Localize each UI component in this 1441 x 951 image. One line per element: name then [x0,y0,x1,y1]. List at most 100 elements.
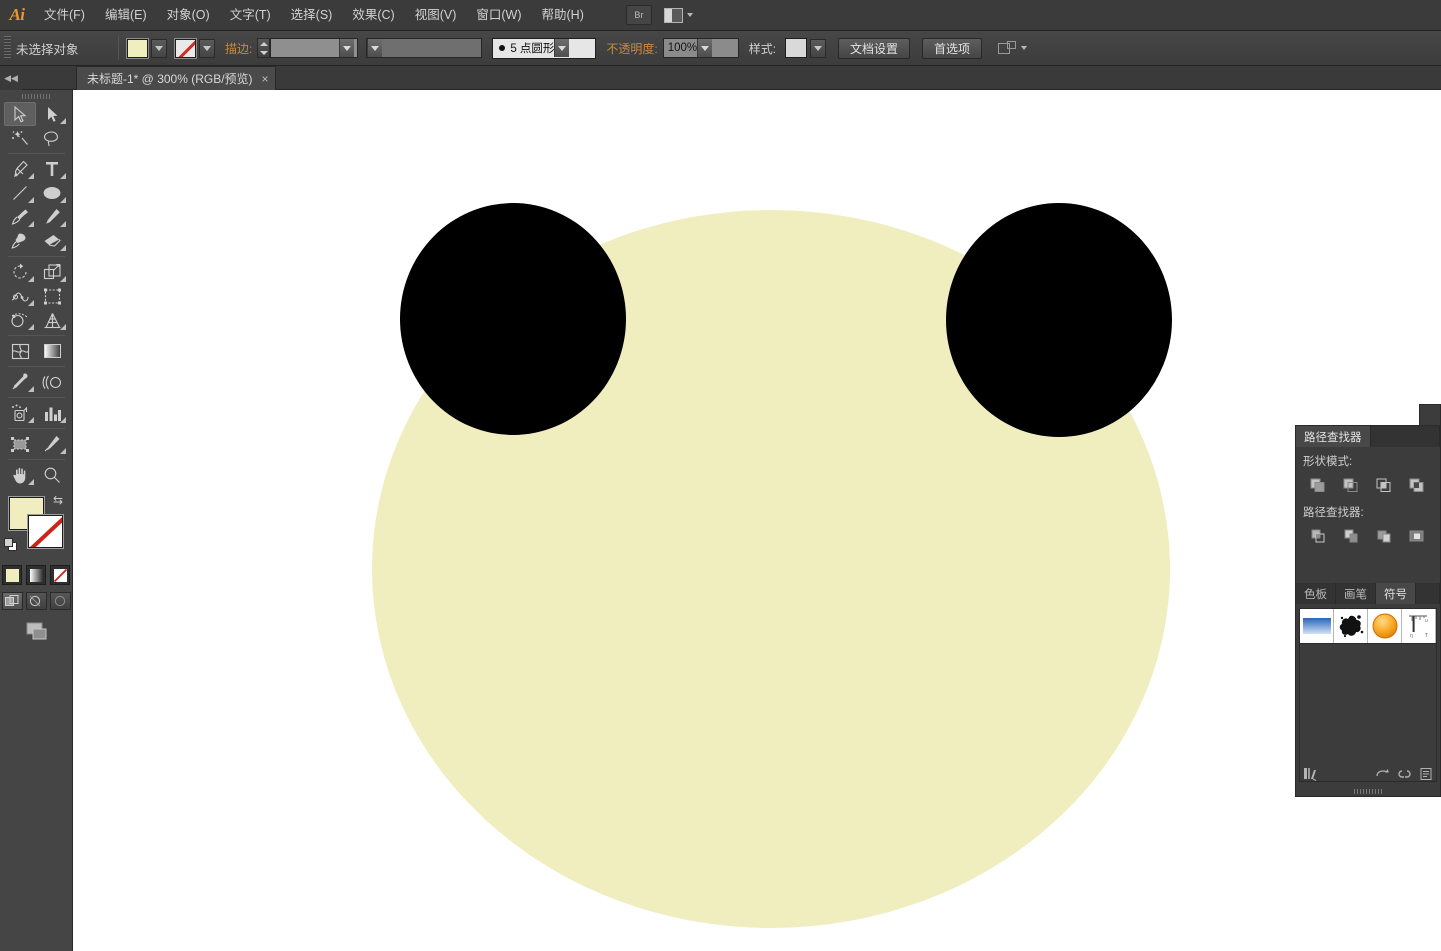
magic-wand-tool[interactable] [4,126,36,150]
pencil-tool[interactable] [36,205,68,229]
divide-button[interactable] [1303,526,1334,546]
type-tool[interactable] [36,157,68,181]
symbol-ruler[interactable]: u ŋ Ƭ [1402,609,1436,643]
graphic-style-dropdown-button[interactable] [810,39,826,58]
merge-button[interactable] [1369,526,1400,546]
arrange-documents-button[interactable] [664,8,693,23]
line-segment-tool[interactable] [4,181,36,205]
trim-button[interactable] [1336,526,1367,546]
default-fill-stroke-icon[interactable] [4,538,19,553]
tools-panel-gripper[interactable] [0,90,73,102]
symbol-globe[interactable] [1436,609,1437,643]
screen-mode-button[interactable] [0,620,72,644]
none-fill-button[interactable] [50,565,70,585]
control-bar-gripper[interactable] [4,36,11,60]
dock-collapse-button[interactable]: ◀◀ [0,66,22,90]
perspective-grid-tool[interactable] [36,308,68,332]
rotate-tool[interactable] [4,260,36,284]
stroke-swatch-button[interactable] [175,39,196,58]
free-transform-tool[interactable] [36,284,68,308]
stroke-weight-stepper[interactable] [257,38,270,58]
paintbrush-tool[interactable] [4,205,36,229]
align-chevron-down-icon[interactable] [1021,46,1027,50]
menu-type[interactable]: 文字(T) [220,0,281,31]
blob-brush-tool[interactable] [4,229,36,253]
lasso-tool[interactable] [36,126,68,150]
eyedropper-tool[interactable] [4,370,36,394]
place-symbol-instance-button[interactable] [1371,765,1393,783]
column-graph-tool[interactable] [36,401,68,425]
mesh-tool[interactable] [4,339,36,363]
tab-brushes[interactable]: 画笔 [1336,583,1376,604]
artboard-canvas[interactable] [73,90,1441,951]
swap-fill-stroke-icon[interactable]: ⇆ [53,494,67,508]
scale-tool[interactable] [36,260,68,284]
stroke-profile-combo[interactable] [366,38,482,58]
chevron-down-icon[interactable] [367,39,382,57]
menu-select[interactable]: 选择(S) [281,0,343,31]
crop-button[interactable] [1402,526,1433,546]
minus-front-button[interactable] [1336,475,1367,495]
draw-normal-button[interactable] [2,592,23,610]
opacity-combo[interactable]: 100% [663,38,739,58]
slice-tool[interactable] [36,432,68,456]
menu-effect[interactable]: 效果(C) [342,0,404,31]
graphic-style-swatch[interactable] [785,38,807,58]
panel-resize-grip[interactable] [1354,789,1382,794]
close-icon[interactable]: × [262,73,269,85]
left-ear-circle[interactable] [400,203,626,435]
document-tab[interactable]: 未标题-1* @ 300% (RGB/预览) × [76,66,276,90]
tab-swatches[interactable]: 色板 [1296,583,1336,604]
intersect-button[interactable] [1369,475,1400,495]
symbol-options-button[interactable] [1415,765,1437,783]
symbols-list-area[interactable] [1299,644,1437,782]
menu-edit[interactable]: 编辑(E) [95,0,157,31]
tab-pathfinder[interactable]: 路径查找器 [1296,426,1371,447]
symbol-ink-splat[interactable] [1334,609,1368,643]
align-icon[interactable] [998,41,1015,55]
brush-definition-combo[interactable]: 5 点圆形 [492,38,596,59]
symbol-libraries-button[interactable] [1299,765,1321,783]
tab-symbols[interactable]: 符号 [1376,583,1416,604]
menu-view[interactable]: 视图(V) [405,0,467,31]
ellipse-tool[interactable] [36,181,68,205]
exclude-button[interactable] [1402,475,1433,495]
selection-tool[interactable] [4,102,36,126]
fill-dropdown-button[interactable] [151,39,167,58]
unite-button[interactable] [1303,475,1334,495]
draw-behind-button[interactable] [26,592,47,610]
stroke-weight-combo[interactable] [270,38,358,58]
eraser-tool[interactable] [36,229,68,253]
pen-tool[interactable] [4,157,36,181]
menu-file[interactable]: 文件(F) [34,0,95,31]
tab-pathfinder-empty[interactable] [1371,426,1441,447]
zoom-tool[interactable] [36,463,68,487]
color-fill-button[interactable] [2,565,22,585]
stroke-dropdown-button[interactable] [199,39,215,58]
blend-tool[interactable] [36,370,68,394]
chevron-down-icon[interactable] [554,39,569,57]
symbol-sprayer-tool[interactable] [4,401,36,425]
gradient-tool[interactable] [36,339,68,363]
opacity-label[interactable]: 不透明度: [606,40,657,57]
gradient-fill-button[interactable] [26,565,46,585]
panel-dock-top-strip[interactable] [1419,404,1441,426]
fill-swatch-button[interactable] [127,39,148,58]
right-ear-circle[interactable] [946,203,1172,437]
shape-builder-tool[interactable] [4,308,36,332]
menu-object[interactable]: 对象(O) [157,0,220,31]
bridge-button[interactable]: Br [626,5,652,25]
menu-help[interactable]: 帮助(H) [532,0,594,31]
chevron-down-icon[interactable] [697,39,712,57]
hand-tool[interactable] [4,463,36,487]
stroke-swatch-none[interactable] [28,515,63,548]
artboard-tool[interactable] [4,432,36,456]
width-tool[interactable] [4,284,36,308]
document-setup-button[interactable]: 文档设置 [838,38,910,59]
symbol-orange-ball[interactable] [1368,609,1402,643]
break-link-button[interactable] [1393,765,1415,783]
chevron-down-icon[interactable] [339,39,354,57]
preferences-button[interactable]: 首选项 [922,38,982,59]
draw-inside-button[interactable] [50,592,71,610]
direct-selection-tool[interactable] [36,102,68,126]
